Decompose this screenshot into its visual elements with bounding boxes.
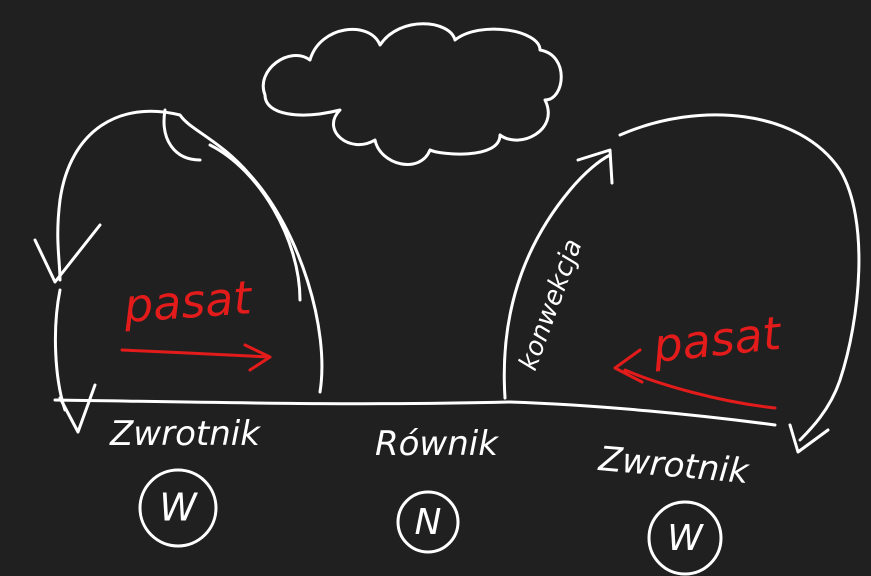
left-circle-badge: W bbox=[138, 468, 218, 548]
right-station-label: Zwrotnik bbox=[596, 439, 751, 492]
right-circle-badge: W bbox=[647, 500, 723, 576]
center-station-label: Równik bbox=[375, 424, 499, 464]
left-wind-arrow bbox=[120, 343, 272, 372]
right-wind-label: pasat bbox=[650, 306, 785, 373]
convection-label: konwekcja bbox=[513, 235, 588, 374]
left-circulation-loop bbox=[56, 109, 324, 394]
left-wind-label: pasat bbox=[121, 270, 255, 333]
cloud-icon bbox=[261, 22, 563, 166]
left-descending-line bbox=[53, 288, 67, 412]
left-descending-arrowhead bbox=[58, 383, 97, 434]
left-circle-letter: W bbox=[159, 486, 198, 530]
left-station-label: Zwrotnik bbox=[109, 414, 261, 454]
left-loop-arrowhead bbox=[33, 223, 102, 284]
center-circle-badge: N bbox=[396, 490, 460, 554]
center-circle-letter: N bbox=[415, 502, 442, 543]
atmospheric-circulation-diagram: pasat pasat konwekcja Zwrotnik Równik Zw… bbox=[33, 22, 861, 576]
right-circulation-loop bbox=[618, 113, 861, 442]
right-circle-letter: W bbox=[667, 518, 704, 559]
